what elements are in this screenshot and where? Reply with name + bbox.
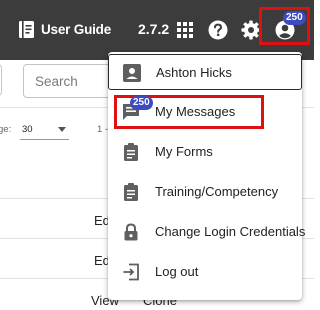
gear-icon[interactable] [241, 20, 261, 40]
menu-item-log-out[interactable]: Log out [108, 254, 302, 290]
per-page-label: ge: [0, 124, 12, 135]
notification-badge: 250 [283, 11, 306, 25]
menu-item-label: Log out [155, 264, 199, 279]
lock-icon [124, 223, 138, 241]
menu-item-label: My Forms [155, 144, 213, 159]
app-version: 2.7.2 [138, 21, 170, 37]
chevron-down-icon[interactable] [58, 127, 66, 132]
toolbar-button[interactable] [0, 64, 2, 96]
menu-item-training-competency[interactable]: Training/Competency [108, 174, 302, 210]
menu-item-label: Ashton Hicks [156, 65, 232, 80]
pagination-range: 1 - [97, 124, 109, 135]
clipboard-icon [124, 143, 138, 161]
messages-count-badge: 250 [130, 96, 153, 110]
user-guide-label: User Guide [41, 22, 112, 37]
search-input[interactable]: Search [23, 64, 119, 98]
book-icon [19, 21, 34, 38]
menu-item-label: Training/Competency [155, 184, 279, 199]
menu-item-label: Change Login Credentials [155, 224, 306, 239]
user-guide-link[interactable]: User Guide [18, 20, 111, 39]
user-dropdown-menu: Ashton Hicks My Messages My Forms Traini… [108, 52, 306, 300]
clipboard-icon [124, 183, 138, 201]
menu-item-change-login-credentials[interactable]: Change Login Credentials [108, 214, 306, 250]
apps-grid-icon[interactable] [177, 22, 193, 38]
per-page-select[interactable]: 30 [22, 124, 33, 135]
menu-item-my-forms[interactable]: My Forms [108, 134, 302, 170]
menu-item-profile[interactable]: Ashton Hicks [108, 54, 302, 90]
logout-icon [123, 263, 139, 281]
help-icon[interactable] [208, 20, 228, 40]
per-page-underline [20, 139, 69, 140]
search-placeholder: Search [35, 74, 78, 89]
account-box-icon [123, 64, 141, 82]
